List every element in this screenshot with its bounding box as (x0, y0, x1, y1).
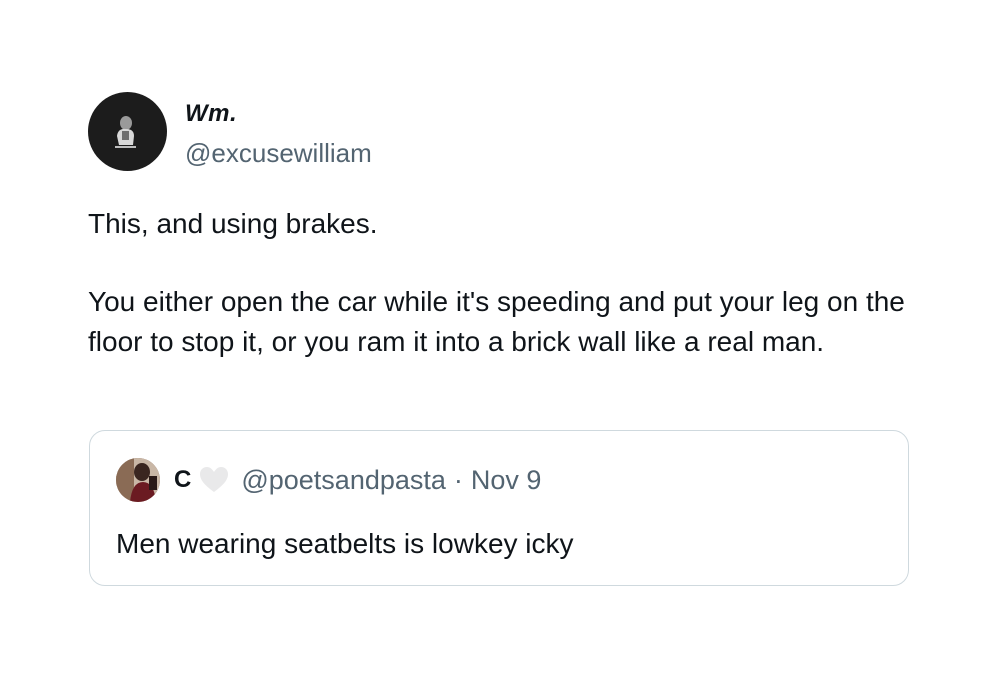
quoted-tweet-date[interactable]: Nov 9 (471, 465, 542, 495)
author-names: Wm. @excusewilliam (185, 92, 372, 168)
quoted-tweet-header: C @poetsandpasta · Nov 9 (116, 457, 541, 503)
quoted-tweet-text: Men wearing seatbelts is lowkey icky (116, 528, 574, 559)
tweet-text-paragraph: You either open the car while it's speed… (88, 286, 905, 357)
quoted-tweet[interactable]: C @poetsandpasta · Nov 9 Men wearing sea… (89, 430, 909, 586)
author-handle[interactable]: @excusewilliam (185, 138, 372, 168)
quoted-author-handle[interactable]: @poetsandpasta (241, 465, 446, 495)
white-heart-icon (200, 467, 229, 492)
user-avatar-icon (115, 116, 136, 148)
tweet-card: Wm. @excusewilliam This, and using brake… (88, 92, 912, 362)
quoted-author-avatar[interactable] (116, 458, 160, 502)
quoted-author-display-name[interactable]: C (174, 465, 191, 495)
author-avatar[interactable] (88, 92, 167, 171)
tweet-text-paragraph: This, and using brakes. (88, 208, 378, 239)
tweet-header: Wm. @excusewilliam (88, 92, 912, 174)
author-display-name[interactable]: Wm. (185, 100, 372, 128)
user-avatar-icon (116, 458, 160, 502)
meta-separator: · (453, 465, 463, 495)
tweet-body: This, and using brakes. You either open … (88, 204, 908, 362)
